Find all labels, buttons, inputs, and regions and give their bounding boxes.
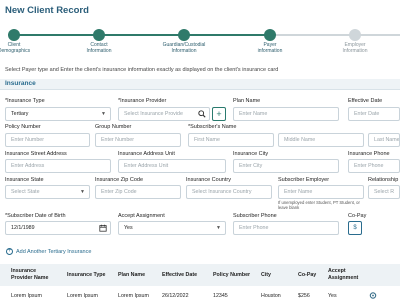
- plan-name-input[interactable]: Enter Name: [233, 107, 339, 121]
- insurance-country-select[interactable]: Select Insurance Country: [186, 185, 272, 199]
- progress-stepper: Client Demographics Contact Information …: [0, 28, 400, 60]
- th-plan-name: Plan Name: [118, 272, 146, 278]
- stepper-line-complete: [14, 34, 269, 36]
- policy-number-label: Policy Number: [5, 124, 41, 130]
- step-3-label[interactable]: Guardian/Custodial Information: [156, 42, 212, 54]
- chevron-down-icon: ▼: [216, 225, 221, 231]
- th-copay: Co-Pay: [298, 272, 317, 278]
- insurance-phone-label: Insurance Phone: [348, 151, 390, 157]
- step-2-label[interactable]: Contact Information: [71, 42, 127, 54]
- th-provider-name: Insurance Provider Name: [11, 268, 49, 281]
- accept-assignment-label: Accept Assignment: [118, 213, 165, 219]
- step-4-label[interactable]: Payer information: [242, 42, 298, 54]
- zip-code-label: Insurance Zip Code: [95, 177, 143, 183]
- plus-icon: +: [216, 109, 222, 119]
- subscriber-first-name-input[interactable]: First Name: [188, 133, 274, 147]
- group-number-label: Group Number: [95, 124, 132, 130]
- step-2-dot[interactable]: [93, 29, 105, 41]
- insurance-provider-input[interactable]: Select Insurance Provide: [118, 107, 210, 121]
- table-cell-accept: Yes: [328, 293, 337, 299]
- accept-assignment-select[interactable]: Yes ▼: [118, 221, 226, 235]
- subscriber-dob-input[interactable]: 12/1/1989: [5, 221, 111, 235]
- insurance-section-header: Insurance: [0, 79, 400, 90]
- th-insurance-type: Insurance Type: [67, 272, 106, 278]
- table-cell-type: Lorem Ipsum: [67, 293, 98, 299]
- street-address-input[interactable]: Enter Address: [5, 159, 111, 173]
- insurance-state-label: Insurance State: [5, 177, 44, 183]
- calendar-icon[interactable]: [99, 224, 107, 232]
- dollar-icon: $: [353, 225, 357, 231]
- page-title: New Client Record: [5, 5, 89, 16]
- add-link-label: Add Another Tertiary Insurance: [16, 248, 92, 255]
- insurance-city-label: Insurance City: [233, 151, 269, 157]
- subscriber-employer-input[interactable]: Enter Name: [278, 185, 364, 199]
- insurance-phone-input[interactable]: Enter Phone: [348, 159, 400, 173]
- subscriber-phone-input[interactable]: Enter Phone: [233, 221, 339, 235]
- step-1-dot[interactable]: [8, 29, 20, 41]
- effective-date-input[interactable]: Enter Date: [348, 107, 400, 121]
- table-cell-date: 26/12/2022: [162, 293, 189, 299]
- insurance-table-header: Insurance Provider Name Insurance Type P…: [0, 264, 400, 286]
- table-cell-plan: Lorem Ipsum: [118, 293, 149, 299]
- table-cell-city: Houston: [261, 293, 281, 299]
- table-cell-policy: 12345: [213, 293, 228, 299]
- add-another-insurance-link[interactable]: + Add Another Tertiary Insurance: [6, 248, 91, 255]
- th-city: City: [261, 272, 272, 278]
- chevron-down-icon: ▼: [101, 111, 106, 117]
- step-4-dot[interactable]: [264, 29, 276, 41]
- subscriber-middle-name-input[interactable]: Middle Name: [278, 133, 364, 147]
- th-accept-assignment: Accept Assignment: [328, 268, 359, 281]
- section-title: Insurance: [5, 80, 36, 87]
- th-policy-number: Policy Number: [213, 272, 251, 278]
- subscriber-last-name-input[interactable]: Last Name: [368, 133, 400, 147]
- policy-number-input[interactable]: Enter Number: [5, 133, 90, 147]
- step-3-dot[interactable]: [178, 29, 190, 41]
- plan-name-label: Plan Name: [233, 98, 261, 104]
- stepper-line-pending: [269, 34, 400, 36]
- table-cell-copay: $256: [298, 293, 310, 299]
- subscriber-name-label: *Subscriber's Name: [188, 124, 237, 130]
- add-provider-button[interactable]: +: [212, 107, 226, 121]
- settings-icon[interactable]: [368, 291, 378, 300]
- subscriber-employer-label: Subscriber Employer: [278, 177, 330, 183]
- instructions-text: Select Payer type and Enter the client's…: [5, 67, 279, 73]
- copay-label: Co-Pay: [348, 213, 367, 219]
- insurance-city-input[interactable]: Enter City: [233, 159, 339, 173]
- zip-code-input[interactable]: Enter Zip Code: [95, 185, 181, 199]
- address-unit-label: Insurance Address Unit: [118, 151, 175, 157]
- new-client-record-page: New Client Record Client Demographics Co…: [0, 0, 400, 300]
- search-icon[interactable]: [198, 110, 206, 118]
- group-number-input[interactable]: Enter Number: [95, 133, 181, 147]
- insurance-type-select[interactable]: Tertiary ▼: [5, 107, 111, 121]
- table-cell-provider: Lorem Ipsum: [11, 293, 42, 299]
- insurance-provider-label: *Insurance Provider: [118, 98, 167, 104]
- chevron-down-icon: ▼: [80, 189, 85, 195]
- subscriber-dob-label: *Subscriber Date of Birth: [5, 213, 66, 219]
- relationship-select[interactable]: Select R: [368, 185, 400, 199]
- step-5-label[interactable]: Employer Information: [327, 42, 383, 54]
- insurance-type-label: *Insurance Type: [5, 98, 45, 104]
- insurance-state-select[interactable]: Select State ▼: [5, 185, 90, 199]
- subscriber-phone-label: Subscriber Phone: [233, 213, 277, 219]
- copay-dollar-input[interactable]: $: [348, 221, 362, 235]
- step-1-label[interactable]: Client Demographics: [0, 42, 42, 54]
- effective-date-label: Effective Date: [348, 98, 383, 104]
- insurance-country-label: Insurance Country: [186, 177, 231, 183]
- employer-help-note: If unemployed enter Student, PT Student,…: [278, 200, 360, 210]
- th-effective-date: Effective Date: [162, 272, 198, 278]
- relationship-label: Relationship: [368, 177, 399, 183]
- step-5-dot[interactable]: [349, 29, 361, 41]
- plus-circle-icon: +: [6, 248, 13, 255]
- street-address-label: Insurance Street Address: [5, 151, 67, 157]
- address-unit-input[interactable]: Enter Address Unit: [118, 159, 226, 173]
